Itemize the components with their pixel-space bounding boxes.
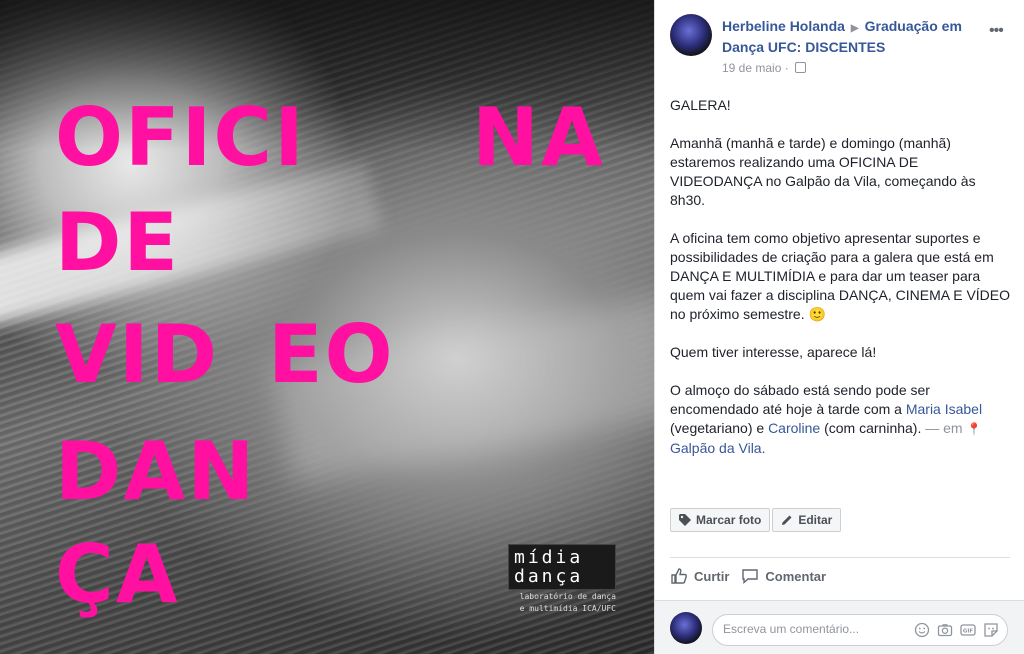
poster-line: ÇA	[55, 528, 180, 621]
poster-line: OFICI	[55, 91, 306, 184]
poster-line: VID	[55, 308, 220, 401]
more-options-button[interactable]: •••	[989, 22, 1004, 40]
comment-label: Comentar	[765, 568, 827, 584]
poster-line: NA	[472, 91, 605, 184]
camera-icon[interactable]	[937, 622, 953, 638]
logo-subtitle: laboratório de dança	[519, 592, 616, 601]
user-avatar[interactable]	[670, 612, 702, 644]
sticker-icon[interactable]	[983, 622, 999, 638]
edit-button[interactable]: Editar	[772, 508, 842, 532]
comment-button[interactable]: Comentar	[741, 567, 826, 585]
post-date: 19 de maio ·	[722, 61, 807, 75]
text-span: (com carninha).	[820, 420, 926, 436]
text-span: O almoço do sábado está sendo pode ser e…	[670, 382, 930, 417]
edit-label: Editar	[798, 513, 833, 527]
pencil-icon	[782, 515, 792, 525]
author-name-link[interactable]: Herbeline Holanda	[722, 18, 845, 34]
post-paragraph: A oficina tem como objetivo apresentar s…	[670, 230, 1011, 322]
arrow-right-icon: ▶	[850, 23, 859, 34]
logo-line: mídia	[514, 547, 584, 568]
post-paragraph: Amanhã (manhã e tarde) e domingo (manhã)…	[670, 135, 976, 208]
author-avatar[interactable]	[670, 14, 712, 56]
tag-photo-label: Marcar foto	[696, 513, 762, 527]
poster-line: DE	[55, 196, 181, 289]
thumbs-up-icon	[671, 568, 687, 584]
logo-subtitle: e multimídia ICA/UFC	[519, 604, 616, 613]
like-label: Curtir	[694, 568, 730, 584]
poster-line: EO	[268, 308, 395, 401]
tag-photo-button[interactable]: Marcar foto	[670, 508, 771, 532]
midia-danca-logo: mídia dança laboratório de dança e multi…	[508, 544, 616, 614]
like-button[interactable]: Curtir	[670, 567, 729, 585]
comment-icon	[742, 569, 759, 585]
divider	[670, 557, 1010, 558]
person-link-caroline[interactable]: Caroline	[768, 420, 820, 436]
post-paragraph: Quem tiver interesse, aparece lá!	[670, 344, 877, 360]
post-paragraph: GALERA!	[670, 97, 731, 113]
text-span: — em	[925, 420, 967, 436]
audience-icon[interactable]	[795, 62, 807, 73]
post-photo[interactable]: OFICI NA DE VID EO DAN ÇA mídia dança la…	[0, 0, 654, 654]
post-header: Herbeline Holanda ▶ Graduação em Dança UFC…	[722, 17, 982, 57]
comment-tools: GIF	[914, 622, 999, 638]
post-date-link[interactable]: 19 de maio	[722, 61, 781, 75]
poster-line: DAN	[55, 425, 257, 518]
gif-icon[interactable]: GIF	[960, 622, 976, 638]
post-paragraph: O almoço do sábado está sendo pode ser e…	[670, 381, 1010, 458]
post-sidebar: Herbeline Holanda ▶ Graduação em Dança UFC…	[654, 0, 1024, 654]
svg-text:GIF: GIF	[963, 629, 974, 635]
post-text: GALERA! Amanhã (manhã e tarde) e domingo…	[670, 96, 1010, 477]
comment-input[interactable]	[723, 622, 903, 636]
comment-box[interactable]: GIF	[712, 614, 1008, 646]
post-actions: Curtir Comentar	[670, 567, 826, 585]
tag-icon	[679, 514, 691, 526]
emoji-icon[interactable]	[914, 622, 930, 638]
logo-line: dança	[514, 566, 584, 587]
person-link-maria-isabel[interactable]: Maria Isabel	[906, 401, 982, 417]
place-link[interactable]: Galpão da Vila.	[670, 440, 765, 456]
logo-box: mídia dança	[508, 544, 616, 590]
text-span: (vegetariano) e	[670, 420, 769, 436]
location-pin-icon: 📍	[966, 422, 982, 436]
photo-tools: Marcar foto Editar	[670, 508, 842, 532]
